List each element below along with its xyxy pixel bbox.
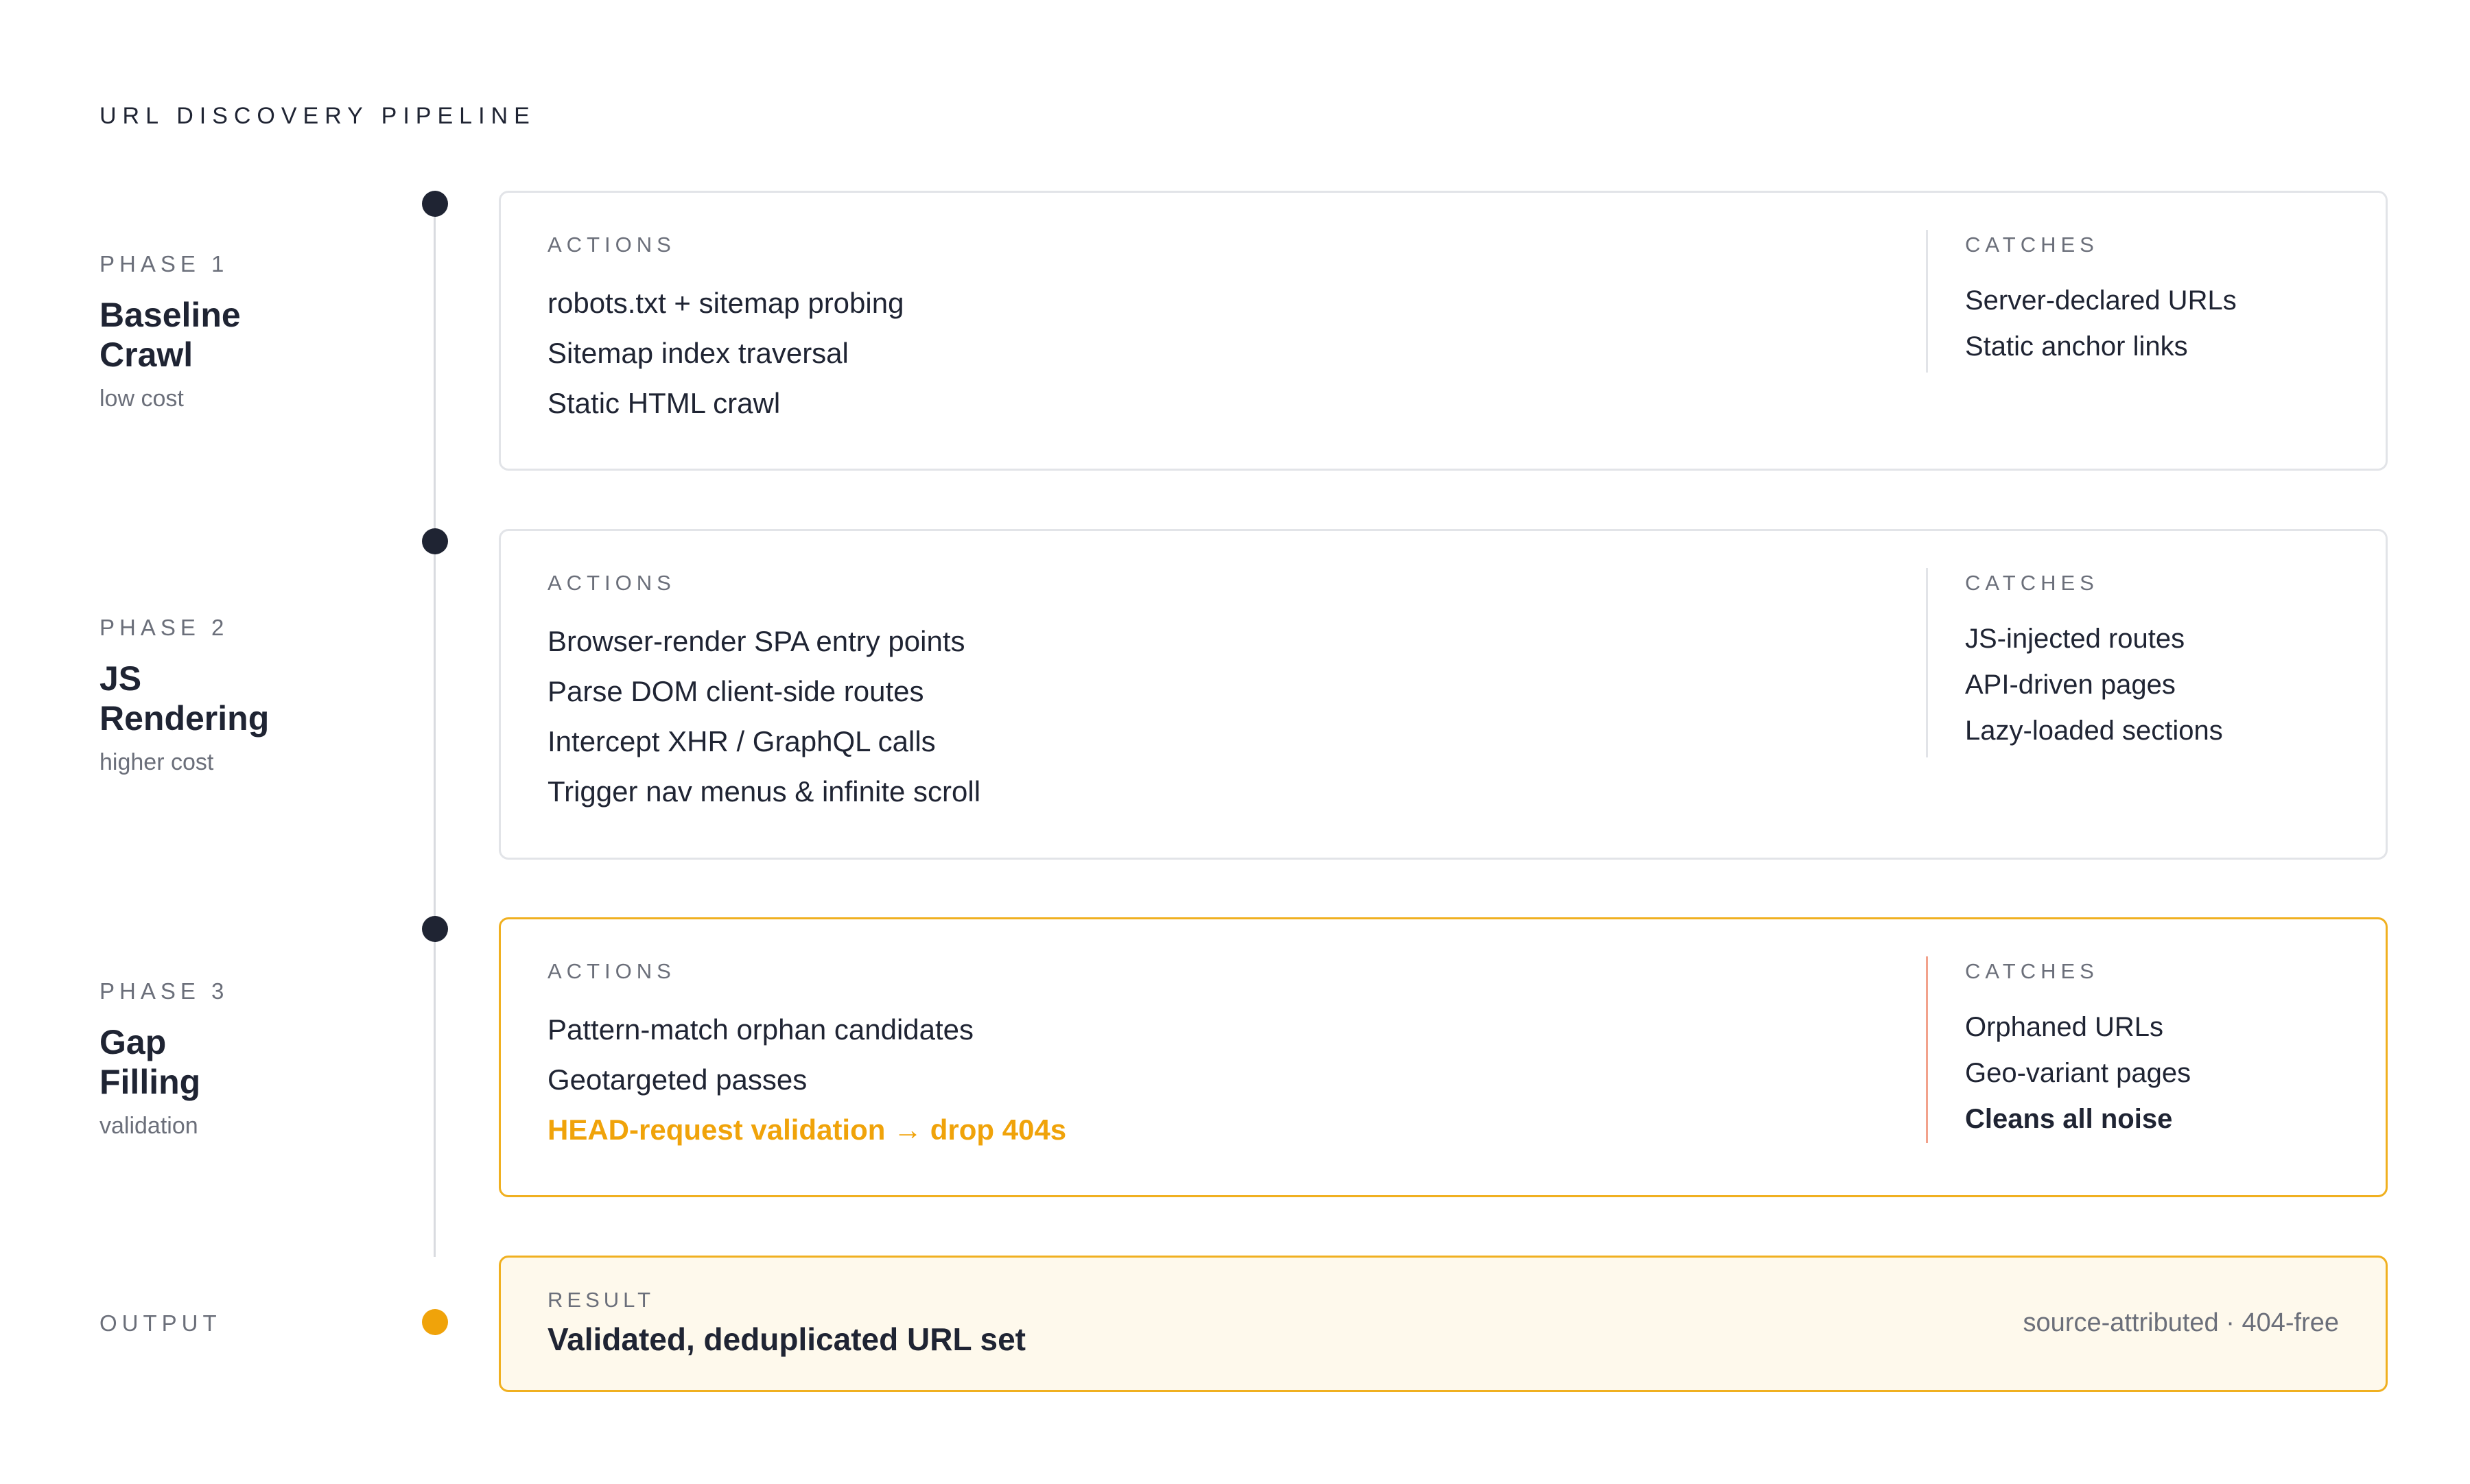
actions-label: ACTIONS (548, 571, 676, 595)
phase-name-line: Rendering (99, 699, 270, 738)
actions-column: ACTIONS Pattern-match orphan candidates … (548, 959, 1066, 1155)
phase-name: Gap Filling (99, 1022, 228, 1102)
catch-item: Server-declared URLs (1965, 285, 2237, 316)
catch-item-strong: Cleans all noise (1965, 1104, 2173, 1134)
phase-2-dot (422, 528, 448, 554)
phase-1-dot (422, 191, 448, 217)
phase-3-card: ACTIONS Pattern-match orphan candidates … (499, 917, 2388, 1197)
action-item-highlight: HEAD-request validation → drop 404s (548, 1114, 1067, 1146)
phase-name-line: JS (99, 659, 142, 698)
output-dot (422, 1309, 448, 1335)
phase-1-card: ACTIONS robots.txt + sitemap probing Sit… (499, 191, 2388, 471)
actions-list: robots.txt + sitemap probing Sitemap ind… (548, 278, 904, 428)
actions-label: ACTIONS (548, 233, 676, 257)
phase-name: Baseline Crawl (99, 295, 241, 375)
actions-list: Browser-render SPA entry points Parse DO… (548, 616, 980, 816)
catches-list: Server-declared URLs Static anchor links (1965, 278, 2237, 370)
phase-note: low cost (99, 386, 184, 412)
action-item: Geotargeted passes (548, 1063, 808, 1096)
phase-name: JS Rendering (99, 659, 269, 738)
catches-list: Orphaned URLs Geo-variant pages Cleans a… (1965, 1004, 2191, 1142)
action-item: Trigger nav menus & infinite scroll (548, 775, 981, 808)
action-item: Static HTML crawl (548, 387, 781, 419)
catches-label: CATCHES (1965, 571, 2099, 595)
action-item: robots.txt + sitemap probing (548, 287, 904, 319)
result-card: RESULT Validated, deduplicated URL set s… (499, 1256, 2388, 1392)
action-item: Parse DOM client-side routes (548, 675, 924, 707)
phase-3-dot (422, 916, 448, 942)
actions-list: Pattern-match orphan candidates Geotarge… (548, 1004, 1066, 1155)
catches-label: CATCHES (1965, 233, 2099, 257)
phase-kicker: PHASE 1 (99, 251, 229, 276)
action-item: Sitemap index traversal (548, 337, 849, 369)
phase-name-line: Baseline (99, 296, 241, 334)
action-item: Browser-render SPA entry points (548, 625, 965, 657)
phase-note: higher cost (99, 749, 214, 775)
phase-kicker: PHASE 2 (99, 615, 229, 640)
catches-list: JS-injected routes API-driven pages Lazy… (1965, 616, 2223, 754)
catches-column: CATCHES Orphaned URLs Geo-variant pages … (1965, 959, 2191, 1142)
phase-2-label: PHASE 2 JS Rendering higher cost (99, 615, 269, 776)
catch-item: Lazy-loaded sections (1965, 716, 2223, 746)
phase-name-line: Crawl (99, 335, 193, 374)
output-kicker: OUTPUT (99, 1310, 222, 1336)
pipeline-diagram: URL DISCOVERY PIPELINE PHASE 1 Baseline … (0, 0, 2470, 1484)
phase-kicker: PHASE 3 (99, 978, 229, 1004)
output-label: OUTPUT (99, 1310, 222, 1336)
phase-2-card: ACTIONS Browser-render SPA entry points … (499, 529, 2388, 860)
page-title: URL DISCOVERY PIPELINE (99, 103, 536, 129)
catch-item: API-driven pages (1965, 670, 2176, 700)
result-note: source-attributed · 404-free (2023, 1308, 2339, 1337)
actions-label: ACTIONS (548, 959, 676, 983)
catches-column: CATCHES Server-declared URLs Static anch… (1965, 233, 2237, 370)
phase-note: validation (99, 1113, 198, 1139)
column-divider (1926, 230, 1928, 373)
catches-column: CATCHES JS-injected routes API-driven pa… (1965, 571, 2223, 754)
catch-item: Static anchor links (1965, 331, 2188, 362)
result-label: RESULT (548, 1288, 655, 1312)
phase-name-line: Gap (99, 1023, 167, 1061)
column-divider (1926, 568, 1928, 757)
timeline-line (434, 203, 436, 1257)
action-item: Pattern-match orphan candidates (548, 1013, 974, 1046)
catch-item: Geo-variant pages (1965, 1058, 2191, 1088)
action-item: Intercept XHR / GraphQL calls (548, 725, 936, 757)
actions-column: ACTIONS Browser-render SPA entry points … (548, 571, 980, 816)
result-title: Validated, deduplicated URL set (548, 1321, 1026, 1357)
phase-1-label: PHASE 1 Baseline Crawl low cost (99, 251, 241, 412)
phase-3-label: PHASE 3 Gap Filling validation (99, 978, 228, 1140)
catches-label: CATCHES (1965, 959, 2099, 983)
column-divider (1926, 956, 1928, 1143)
catch-item: Orphaned URLs (1965, 1012, 2164, 1042)
catch-item: JS-injected routes (1965, 624, 2185, 654)
phase-name-line: Filling (99, 1063, 201, 1101)
actions-column: ACTIONS robots.txt + sitemap probing Sit… (548, 233, 904, 428)
